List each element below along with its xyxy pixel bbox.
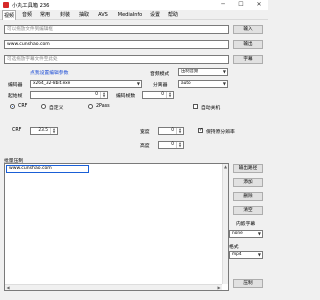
start-frame-value: 0 [95, 92, 98, 97]
input-button[interactable]: 输入 [233, 25, 263, 34]
start-frame-spinner[interactable]: 0 ▲ ▼ [30, 91, 108, 99]
close-button[interactable]: ✕ [250, 0, 268, 10]
add-button[interactable]: 添加 [233, 178, 263, 187]
scroll-left-icon[interactable]: ◀ [5, 285, 11, 291]
format-label: 格式 [229, 245, 239, 250]
auto-shutdown-checkbox[interactable] [193, 104, 198, 109]
encoder-label: 编码器 [8, 83, 23, 88]
title-bar: 小丸工具箱 236 ─ ☐ ✕ [0, 0, 268, 10]
delete-button[interactable]: 删除 [233, 192, 263, 201]
embedded-subs-label: 内嵌字幕 [236, 222, 256, 227]
chevron-down-icon: ▼ [257, 252, 261, 257]
audio-mode-label: 音频模式 [150, 72, 170, 77]
tab-settings[interactable]: 设置 [148, 10, 162, 20]
audio-mode-select[interactable]: 压制音频 ▼ [178, 68, 228, 76]
embedded-subs-value: none [232, 231, 243, 236]
chevron-down-icon: ▼ [222, 81, 226, 86]
maximize-button[interactable]: ☐ [232, 0, 250, 10]
window-title: 小丸工具箱 236 [12, 3, 50, 9]
format-select[interactable]: mp4 ▼ [229, 251, 263, 259]
tab-extract[interactable]: 抽取 [77, 10, 91, 20]
spinner-arrows-icon[interactable]: ▲ ▼ [100, 92, 107, 98]
spinner-arrows-icon[interactable]: ▲ ▼ [176, 128, 183, 134]
crf-radio[interactable] [10, 104, 15, 109]
auto-shutdown-label: 自动关机 [201, 106, 221, 111]
scroll-up-icon[interactable]: ▲ [223, 164, 228, 170]
encoder-select[interactable]: x264_32-8bit.exe ▼ [30, 80, 142, 88]
encoder-value: x264_32-8bit.exe [33, 81, 71, 86]
custom-radio[interactable] [41, 104, 46, 109]
twopass-radio[interactable] [88, 104, 93, 109]
height-spinner[interactable]: 0 ▲ ▼ [158, 141, 184, 149]
scroll-right-icon[interactable]: ▶ [216, 285, 222, 291]
spinner-arrows-icon[interactable]: ▲ ▼ [50, 128, 57, 134]
splitter-value: auto [181, 81, 191, 86]
app-icon [3, 2, 9, 8]
tab-common[interactable]: 常用 [38, 10, 52, 20]
format-value: mp4 [232, 252, 242, 257]
chevron-down-icon: ▼ [136, 81, 140, 86]
minimize-button[interactable]: ─ [214, 0, 232, 10]
twopass-radio-label: 2Pass [96, 104, 110, 109]
height-label: 高度 [140, 144, 150, 149]
width-label: 宽度 [140, 130, 150, 135]
splitter-select[interactable]: auto ▼ [178, 80, 228, 88]
list-item[interactable]: www.cunshao.com [6, 165, 89, 173]
output-path-button[interactable]: 输出路径 [233, 164, 263, 173]
tab-bar: 视频 音频 常用 封装 抽取 AVS MediaInfo 设置 帮助 [0, 10, 268, 20]
audio-mode-value: 压制音频 [181, 69, 199, 74]
splitter-label: 分离器 [153, 83, 168, 88]
input-file-field[interactable]: 可以拖放文件到编辑框 [4, 25, 229, 34]
keep-resolution-label: 保持原分辨率 [206, 130, 235, 135]
clear-button[interactable]: 清空 [233, 206, 263, 215]
encode-frames-spinner[interactable]: 0 ▲ ▼ [142, 91, 174, 99]
embedded-subs-select[interactable]: none ▼ [229, 230, 263, 238]
tab-audio[interactable]: 音频 [20, 10, 34, 20]
horizontal-scrollbar[interactable]: ◀ ▶ [5, 284, 222, 290]
tab-video[interactable]: 视频 [2, 10, 16, 20]
spinner-arrows-icon[interactable]: ▲ ▼ [166, 92, 173, 98]
custom-radio-label: 自定义 [49, 106, 64, 111]
crf-radio-label: CRF [18, 104, 28, 109]
crf-value: 23.5 [38, 128, 48, 133]
height-value: 0 [171, 142, 174, 147]
width-spinner[interactable]: 0 ▲ ▼ [158, 127, 184, 135]
chevron-down-icon: ▼ [257, 231, 261, 236]
width-value: 0 [171, 128, 174, 133]
encode-settings-link[interactable]: 点我设置编辑参数 [30, 69, 68, 76]
compress-button[interactable]: 压制 [233, 279, 263, 288]
tab-avs[interactable]: AVS [96, 10, 110, 20]
output-button[interactable]: 输出 [233, 40, 263, 49]
crf-value-label: CRF [12, 128, 22, 133]
vertical-scrollbar[interactable]: ▲ [222, 164, 228, 284]
start-frame-label: 起始帧 [8, 94, 23, 99]
crf-value-spinner[interactable]: 23.5 ▲ ▼ [30, 127, 58, 135]
tab-mux[interactable]: 封装 [58, 10, 72, 20]
tab-help[interactable]: 帮助 [166, 10, 180, 20]
chevron-down-icon: ▼ [222, 69, 226, 74]
output-file-field[interactable]: www.cunshao.com [4, 40, 229, 49]
encode-frames-label: 编码帧数 [116, 94, 136, 99]
tab-mediainfo[interactable]: MediaInfo [114, 10, 146, 20]
subtitle-button[interactable]: 字幕 [233, 55, 263, 64]
encode-frames-value: 0 [161, 92, 164, 97]
keep-resolution-checkbox[interactable] [198, 127, 203, 133]
spinner-arrows-icon[interactable]: ▲ ▼ [176, 142, 183, 148]
subtitle-file-field[interactable]: 可选拖放字幕文件至此处 [4, 55, 229, 64]
batch-file-list[interactable]: www.cunshao.com ▲ ◀ ▶ [4, 163, 229, 291]
